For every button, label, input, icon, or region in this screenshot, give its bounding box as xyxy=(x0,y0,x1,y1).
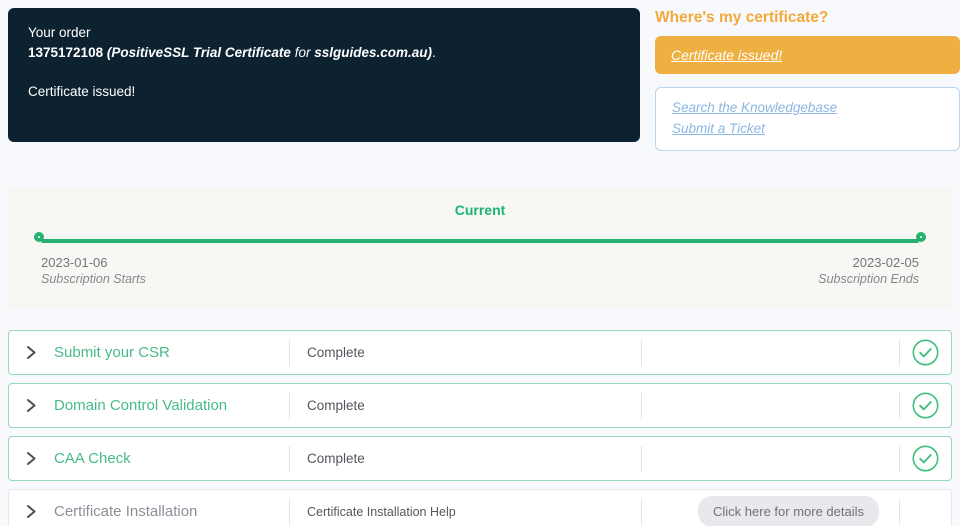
order-status-text: Certificate issued! xyxy=(28,84,136,99)
order-steps-list: Submit your CSR Complete Domain Control … xyxy=(8,330,952,526)
step-action-cell: Click here for more details xyxy=(642,496,899,526)
step-title-cell: Submit your CSR xyxy=(9,344,289,361)
timeline-end-block: 2023-02-05 Subscription Ends xyxy=(818,254,919,288)
more-details-button[interactable]: Click here for more details xyxy=(698,496,879,526)
step-check-cell xyxy=(900,445,951,472)
divider xyxy=(641,392,642,419)
step-title: Submit your CSR xyxy=(54,344,170,361)
end-date-label: Subscription Ends xyxy=(818,272,919,286)
step-row-domain-control-validation[interactable]: Domain Control Validation Complete xyxy=(8,383,952,428)
order-number: 1375172108 xyxy=(28,45,104,60)
search-knowledgebase-link[interactable]: Search the Knowledgebase xyxy=(672,100,837,115)
check-circle-icon xyxy=(912,445,939,472)
end-date: 2023-02-05 xyxy=(852,255,920,270)
certificate-help-panel: Where's my certificate? Certificate issu… xyxy=(655,8,960,151)
chevron-right-icon[interactable] xyxy=(26,504,37,519)
connector-word: for xyxy=(294,45,311,60)
start-date-label: Subscription Starts xyxy=(41,272,146,286)
chevron-right-icon[interactable] xyxy=(26,398,37,413)
divider xyxy=(641,445,642,472)
submit-ticket-link[interactable]: Submit a Ticket xyxy=(672,121,765,136)
check-circle-icon xyxy=(912,339,939,366)
subscription-timeline: Current 2023-01-06 Subscription Starts 2… xyxy=(8,187,952,309)
step-status: Complete xyxy=(307,398,365,413)
step-row-submit-csr[interactable]: Submit your CSR Complete xyxy=(8,330,952,375)
check-circle-icon xyxy=(912,392,939,419)
step-status: Complete xyxy=(307,345,365,360)
step-row-caa-check[interactable]: CAA Check Complete xyxy=(8,436,952,481)
order-label: Your order xyxy=(28,25,91,40)
step-check-cell xyxy=(900,392,951,419)
certificate-issued-button[interactable]: Certificate issued! xyxy=(655,36,960,74)
help-links-box: Search the Knowledgebase Submit a Ticket xyxy=(655,87,960,151)
step-title: CAA Check xyxy=(54,450,131,467)
step-status: Complete xyxy=(307,451,365,466)
divider xyxy=(899,498,900,525)
start-date: 2023-01-06 xyxy=(41,255,108,270)
timeline-current-label: Current xyxy=(454,202,506,218)
divider xyxy=(641,339,642,366)
period: . xyxy=(432,45,436,60)
step-title-cell: CAA Check xyxy=(9,450,289,467)
timeline-track xyxy=(41,239,919,243)
timeline-end-dot xyxy=(916,232,926,242)
certificate-name: (PositiveSSL Trial Certificate xyxy=(106,45,291,60)
help-panel-heading: Where's my certificate? xyxy=(655,9,829,26)
timeline-start-block: 2023-01-06 Subscription Starts xyxy=(41,254,146,288)
step-title-cell: Certificate Installation xyxy=(9,503,289,520)
order-summary-box: Your order 1375172108 (PositiveSSL Trial… xyxy=(8,8,640,142)
step-title: Domain Control Validation xyxy=(54,397,228,414)
order-description: 1375172108 (PositiveSSL Trial Certificat… xyxy=(28,44,620,62)
order-domain: sslguides.com.au) xyxy=(314,45,433,60)
step-row-certificate-installation[interactable]: Certificate Installation Certificate Ins… xyxy=(8,489,952,526)
chevron-right-icon[interactable] xyxy=(26,451,37,466)
step-status: Certificate Installation Help xyxy=(307,504,456,519)
top-section: Your order 1375172108 (PositiveSSL Trial… xyxy=(0,0,960,151)
timeline-start-dot xyxy=(34,232,44,242)
step-check-cell xyxy=(900,339,951,366)
chevron-right-icon[interactable] xyxy=(26,345,37,360)
step-title: Certificate Installation xyxy=(54,503,198,520)
step-title-cell: Domain Control Validation xyxy=(9,397,289,414)
